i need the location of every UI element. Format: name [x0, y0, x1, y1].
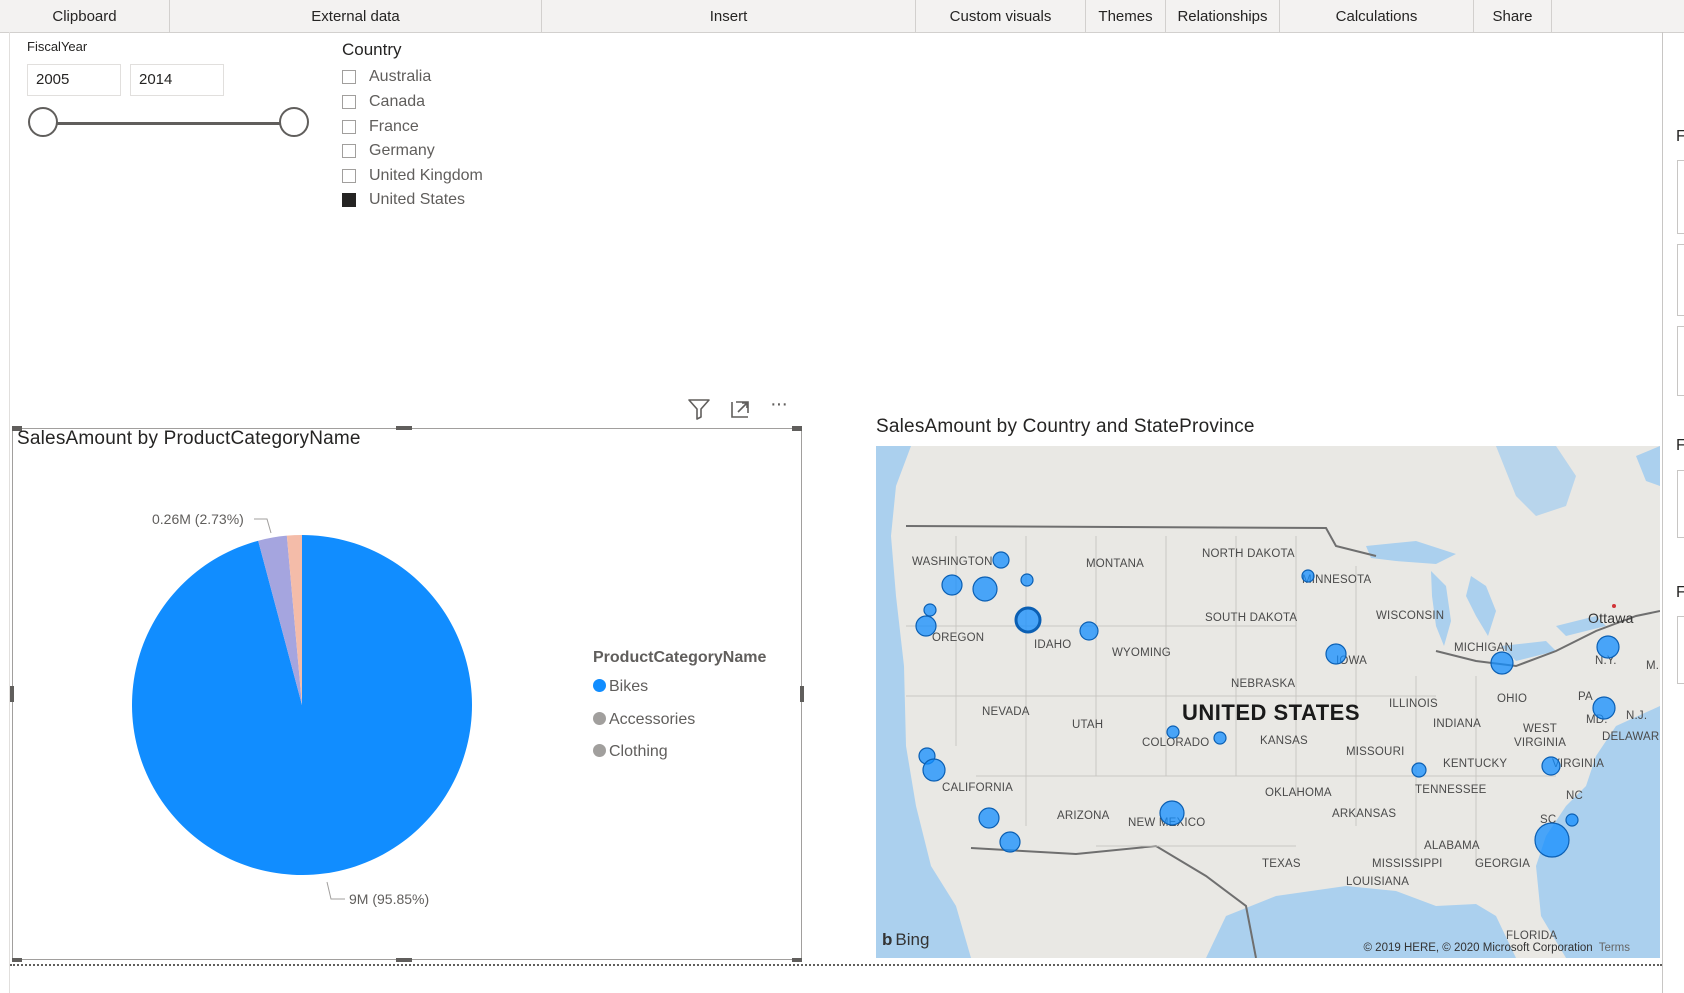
- bing-b-icon: b: [882, 930, 893, 949]
- map-bubble: [923, 603, 937, 617]
- bing-label: Bing: [895, 930, 930, 949]
- right-panel-field[interactable]: [1677, 616, 1684, 684]
- leader-line-bikes: [326, 881, 345, 900]
- legend-item-bikes[interactable]: Bikes: [593, 678, 648, 696]
- map-bubble: [1014, 606, 1042, 634]
- map-bubble: [1596, 635, 1620, 659]
- ribbon-group-share[interactable]: Share: [1474, 0, 1552, 32]
- ribbon-group-relationships[interactable]: Relationships: [1166, 0, 1280, 32]
- map-copyright: © 2019 HERE, © 2020 Microsoft Corporatio…: [1364, 942, 1630, 954]
- map-bubble: [1592, 696, 1616, 720]
- map-bubbles: [915, 551, 1620, 858]
- map-terms-link[interactable]: Terms: [1599, 942, 1630, 954]
- legend-marker: [593, 679, 606, 692]
- map-bubble: [922, 758, 946, 782]
- right-panel-field[interactable]: [1677, 326, 1684, 396]
- right-panel-label: F: [1676, 584, 1684, 601]
- map-bubble: [992, 551, 1010, 569]
- data-label-accessories: 0.26M (2.73%): [152, 511, 244, 527]
- map-bubble: [1166, 725, 1180, 739]
- map-bubble: [1490, 651, 1514, 675]
- map-visual-title: SalesAmount by Country and StateProvince: [876, 416, 1255, 437]
- map-bubble: [972, 576, 998, 602]
- legend-item-accessories[interactable]: Accessories: [593, 711, 695, 729]
- map-visual[interactable]: WASHINGTON MONTANA NORTH DAKOTA MINNESOT…: [876, 446, 1660, 958]
- leader-line-accessories: [254, 518, 272, 534]
- map-bubble: [1325, 643, 1347, 665]
- legend-title: ProductCategoryName: [593, 649, 767, 666]
- legend-item-clothing[interactable]: Clothing: [593, 743, 668, 761]
- map-capital-marker: [1612, 604, 1616, 608]
- map-bubble: [1079, 621, 1099, 641]
- map-bubble: [1411, 762, 1427, 778]
- bing-logo: b Bing: [882, 930, 929, 950]
- map-bubble: [941, 574, 963, 596]
- data-label-bikes: 9M (95.85%): [349, 891, 430, 907]
- right-panel-label: F: [1676, 128, 1684, 145]
- canvas-right-border: [1662, 32, 1663, 993]
- map-bubble: [1159, 800, 1185, 826]
- map-bubble: [978, 807, 1000, 829]
- ribbon-group-themes[interactable]: Themes: [1086, 0, 1166, 32]
- legend-label: Clothing: [609, 743, 668, 760]
- ribbon-group-custom-visuals[interactable]: Custom visuals: [916, 0, 1086, 32]
- legend-marker: [593, 744, 606, 757]
- map-bubble: [999, 831, 1021, 853]
- map-copyright-text: © 2019 HERE, © 2020 Microsoft Corporatio…: [1363, 942, 1593, 954]
- map-bubble: [1534, 822, 1570, 858]
- legend-label: Accessories: [609, 711, 696, 728]
- pie-chart: [132, 518, 473, 900]
- right-panel-field[interactable]: [1677, 244, 1684, 316]
- legend-label: Bikes: [609, 678, 649, 695]
- right-panel-field[interactable]: [1677, 160, 1684, 234]
- map-bubble: [1301, 569, 1315, 583]
- map-bubble: [1213, 731, 1227, 745]
- map-bubble: [1541, 756, 1561, 776]
- legend-marker: [593, 712, 606, 725]
- ribbon-group-calculations[interactable]: Calculations: [1280, 0, 1474, 32]
- right-panel-field[interactable]: [1677, 470, 1684, 538]
- map-bubble: [915, 615, 937, 637]
- right-panel-label: F: [1676, 437, 1684, 454]
- map-bubble: [1020, 573, 1034, 587]
- map-bubble: [1565, 813, 1579, 827]
